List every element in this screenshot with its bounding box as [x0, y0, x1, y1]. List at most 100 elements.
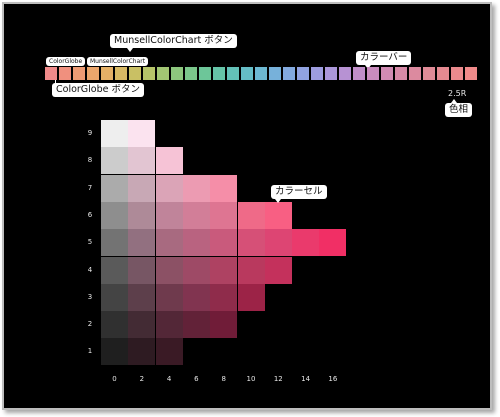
- color-cell[interactable]: [101, 147, 128, 175]
- color-bar-swatch[interactable]: [437, 67, 449, 80]
- color-globe-button-callout: ColorGlobe ボタン: [52, 83, 145, 97]
- value-label: 3: [87, 292, 93, 301]
- color-cell[interactable]: [155, 147, 183, 175]
- color-cell[interactable]: [264, 256, 292, 284]
- color-cell[interactable]: [155, 256, 183, 284]
- color-bar-swatch[interactable]: [311, 67, 323, 80]
- chroma-label: 12: [273, 375, 283, 383]
- color-cell[interactable]: [155, 229, 183, 257]
- color-cell[interactable]: [155, 201, 183, 229]
- color-bar-callout: カラーバー: [356, 51, 412, 65]
- color-cell[interactable]: [128, 201, 156, 229]
- color-cell[interactable]: [155, 283, 183, 311]
- munsell-callout-pointer: [127, 48, 133, 52]
- color-cell[interactable]: [264, 229, 292, 257]
- color-cell[interactable]: [128, 147, 156, 175]
- color-bar-swatch[interactable]: [255, 67, 267, 80]
- color-cell[interactable]: [182, 283, 210, 311]
- color-bar-swatch[interactable]: [101, 67, 113, 80]
- color-cell[interactable]: [101, 174, 128, 202]
- color-cell[interactable]: [237, 283, 265, 311]
- color-bar-swatch[interactable]: [45, 67, 57, 80]
- color-globe-button[interactable]: ColorGlobe: [46, 57, 86, 66]
- color-cell[interactable]: [237, 256, 265, 284]
- chroma-label: 0: [112, 375, 117, 383]
- color-bar-swatch[interactable]: [185, 67, 197, 80]
- color-cell[interactable]: [101, 120, 128, 147]
- color-bar-swatch[interactable]: [381, 67, 393, 80]
- color-cell[interactable]: [210, 201, 238, 229]
- hue-callout: 色相: [445, 103, 473, 117]
- color-bar-swatch[interactable]: [409, 67, 421, 80]
- value-label: 5: [87, 238, 93, 247]
- color-bar-swatch[interactable]: [283, 67, 295, 80]
- value-label: 4: [87, 265, 93, 274]
- munsell-chart-button[interactable]: MunsellColorChart: [87, 57, 149, 66]
- color-bar-swatch[interactable]: [87, 67, 99, 80]
- color-cell[interactable]: [237, 229, 265, 257]
- chroma-label: 6: [194, 375, 199, 383]
- chroma-label: 10: [246, 375, 256, 383]
- color-bar-swatch[interactable]: [395, 67, 407, 80]
- color-cell[interactable]: [101, 283, 128, 311]
- color-cell[interactable]: [128, 283, 156, 311]
- color-cell[interactable]: [101, 338, 128, 366]
- color-cell[interactable]: [182, 174, 210, 202]
- color-cell[interactable]: [128, 338, 156, 366]
- color-cell[interactable]: [210, 174, 238, 202]
- color-bar-swatch[interactable]: [325, 67, 337, 80]
- chroma-label: 16: [328, 375, 338, 383]
- color-cell[interactable]: [128, 311, 156, 339]
- color-bar-swatch[interactable]: [339, 67, 351, 80]
- color-bar-swatch[interactable]: [297, 67, 309, 80]
- color-bar-swatch[interactable]: [451, 67, 463, 80]
- color-bar-swatch[interactable]: [171, 67, 183, 80]
- color-cell[interactable]: [155, 311, 183, 339]
- color-cell[interactable]: [182, 256, 210, 284]
- color-bar-swatch[interactable]: [465, 67, 477, 80]
- color-bar-swatch[interactable]: [367, 67, 379, 80]
- color-bar-swatch[interactable]: [143, 67, 155, 80]
- value-label: 7: [87, 183, 93, 192]
- color-cell[interactable]: [237, 201, 265, 229]
- color-cell[interactable]: [128, 174, 156, 202]
- hue-value: 2.5R: [448, 89, 467, 98]
- color-cell[interactable]: [182, 201, 210, 229]
- color-cell[interactable]: [128, 120, 156, 147]
- color-bar-swatch[interactable]: [353, 67, 365, 80]
- color-cell[interactable]: [101, 311, 128, 339]
- color-cell[interactable]: [128, 256, 156, 284]
- color-bar-swatch[interactable]: [269, 67, 281, 80]
- color-cell[interactable]: [101, 229, 128, 257]
- color-bar-swatch[interactable]: [227, 67, 239, 80]
- color-bar-swatch[interactable]: [423, 67, 435, 80]
- color-cell[interactable]: [155, 174, 183, 202]
- color-bar-swatch[interactable]: [129, 67, 141, 80]
- chroma-label: 14: [301, 375, 311, 383]
- color-cell[interactable]: [128, 229, 156, 257]
- color-bar-swatch[interactable]: [157, 67, 169, 80]
- color-cell[interactable]: [292, 229, 320, 257]
- chroma-label: 8: [221, 375, 226, 383]
- color-bar-swatch[interactable]: [213, 67, 225, 80]
- color-bar-swatch[interactable]: [59, 67, 71, 80]
- value-label: 6: [87, 210, 93, 219]
- value-label: 8: [87, 156, 93, 165]
- color-cell[interactable]: [101, 256, 128, 284]
- color-cell[interactable]: [155, 338, 183, 366]
- color-cell[interactable]: [319, 229, 347, 257]
- color-bar-swatch[interactable]: [73, 67, 85, 80]
- value-label: 2: [87, 320, 93, 329]
- color-cell[interactable]: [210, 229, 238, 257]
- color-cell[interactable]: [182, 229, 210, 257]
- color-cell[interactable]: [182, 311, 210, 339]
- color-bar-swatch[interactable]: [115, 67, 127, 80]
- color-cell[interactable]: [101, 201, 128, 229]
- color-cell[interactable]: [210, 283, 238, 311]
- color-bar-swatch[interactable]: [199, 67, 211, 80]
- color-cell[interactable]: [264, 201, 292, 229]
- color-cell[interactable]: [210, 256, 238, 284]
- color-cell[interactable]: [210, 311, 238, 339]
- hue-callout-pointer: [451, 99, 457, 103]
- color-bar-swatch[interactable]: [241, 67, 253, 80]
